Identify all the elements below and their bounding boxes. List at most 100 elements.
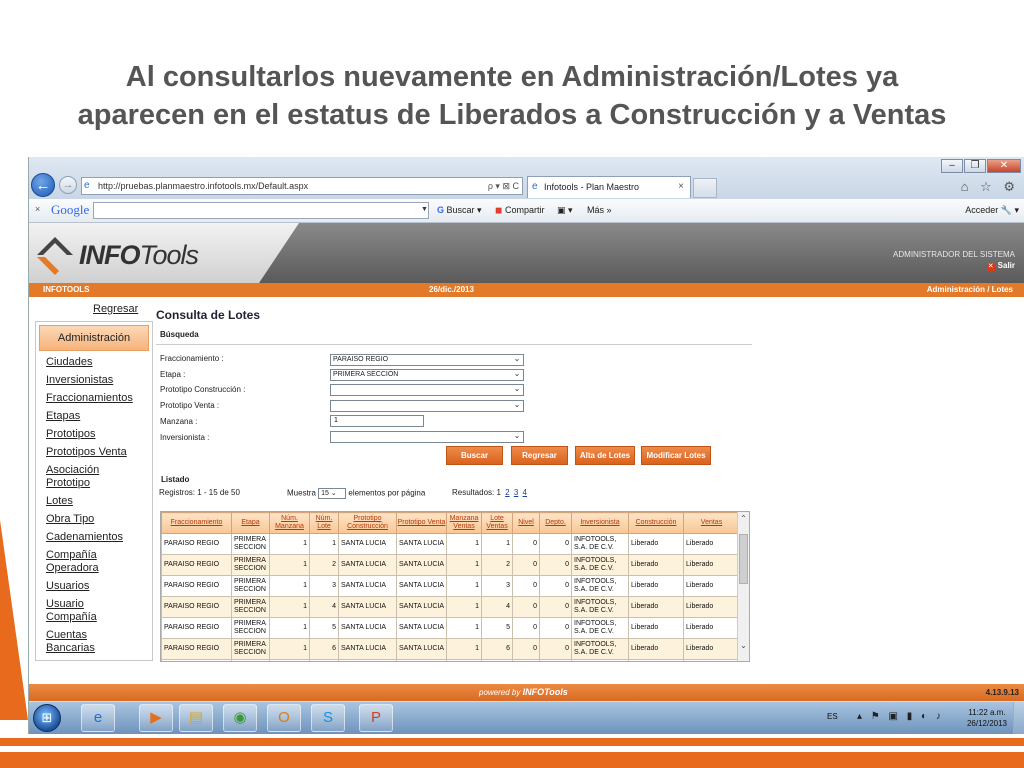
language-indicator[interactable]: ES <box>827 712 838 721</box>
sidebar-item-etapas[interactable]: Etapas <box>46 408 152 426</box>
prototipo-construccion-select[interactable]: ⌄ <box>330 384 524 396</box>
start-button[interactable]: ⊞ <box>33 704 61 732</box>
sidebar-item-obra-tipo[interactable]: Obra Tipo <box>46 511 152 529</box>
slide-title-line-2: aparecen en el estatus de Liberados a Co… <box>77 99 947 131</box>
maximize-button[interactable]: ❐ <box>964 159 986 173</box>
col-header-etapa[interactable]: Etapa <box>231 512 270 534</box>
forward-button[interactable]: → <box>59 176 77 194</box>
listado-section-header: Listado <box>161 475 190 484</box>
skype-icon[interactable]: S <box>311 704 345 732</box>
page-link-4[interactable]: 4 <box>523 488 527 497</box>
page-link-3[interactable]: 3 <box>514 488 518 497</box>
scroll-up-icon[interactable]: ⌃ <box>738 514 749 526</box>
address-tools[interactable]: ρ ▾ ⊠ C <box>488 178 519 194</box>
table-row[interactable]: PARAISO REGIO PRIMERA SECCION 1 4 SANTA LUCI… <box>161 596 740 618</box>
table-cell: 6 <box>481 638 513 660</box>
sidebar-item-usuario-compania[interactable]: Usuario Compañía <box>46 596 102 627</box>
manzana-input[interactable]: 1 <box>330 415 424 427</box>
col-header-construccion[interactable]: Construcción <box>628 512 684 534</box>
media-player-icon[interactable]: ▶ <box>139 704 173 732</box>
back-button[interactable]: ← <box>31 173 55 197</box>
sidebar-item-inversionistas[interactable]: Inversionistas <box>46 372 152 390</box>
google-buscar-button[interactable]: G Buscar ▾ <box>437 205 482 216</box>
chevron-down-icon: ⌄ <box>513 384 521 393</box>
table-row[interactable]: PARAISO REGIO PRIMERA SECCION 1 5 SANTA LUCI… <box>161 617 740 639</box>
acceder-button[interactable]: Acceder 🔧 ▾ <box>965 205 1019 216</box>
sidebar-header[interactable]: Administración <box>39 325 149 351</box>
browser-tab[interactable]: e Infotools - Plan Maestro × <box>527 176 691 198</box>
google-compartir-button[interactable]: ◼ Compartir <box>495 205 545 216</box>
col-header-prototipo-construccion[interactable]: Prototipo Construcción <box>338 512 397 534</box>
clock-date: 26/12/2013 <box>966 719 1007 728</box>
decorative-orange-stripe-top <box>0 738 1024 746</box>
sidebar-item-asociacion-prototipo[interactable]: Asociación Prototipo <box>46 462 116 493</box>
new-tab-button[interactable] <box>693 178 717 198</box>
page-size-select[interactable]: 15 ⌄ <box>318 488 347 499</box>
table-row[interactable]: PARAISO REGIO PRIMERA SECCION 1 3 SANTA LUCI… <box>161 575 740 597</box>
buscar-button[interactable]: Buscar <box>446 446 503 465</box>
system-clock[interactable]: 11:22 a.m. 26/12/2013 <box>967 707 1007 729</box>
table-cell: 5 <box>309 617 339 639</box>
ie-icon[interactable]: e <box>81 704 115 732</box>
powerpoint-icon[interactable]: P <box>359 704 393 732</box>
table-scrollbar[interactable]: ⌃ ⌄ <box>737 512 749 661</box>
sidebar-item-prototipos-venta[interactable]: Prototipos Venta <box>46 444 152 462</box>
table-row[interactable]: PRIMERA SANTA INFOTOOLS, <box>161 659 740 661</box>
page-link-2[interactable]: 2 <box>505 488 509 497</box>
regresar-button[interactable]: Regresar <box>511 446 568 465</box>
regresar-link[interactable]: Regresar <box>93 303 138 315</box>
sidebar-item-cadenamientos[interactable]: Cadenamientos <box>46 529 152 547</box>
scroll-thumb[interactable] <box>739 534 748 584</box>
breadcrumb: Administración / Lotes <box>926 285 1013 294</box>
google-search-input[interactable] <box>93 202 429 219</box>
col-header-prototipo-venta[interactable]: Prototipo Venta <box>396 512 447 534</box>
tab-close-icon[interactable]: × <box>678 177 684 197</box>
inversionista-select[interactable]: ⌄ <box>330 431 524 443</box>
table-row[interactable]: PARAISO REGIO PRIMERA SECCION 1 6 SANTA LUCI… <box>161 638 740 660</box>
col-header-lote-ventas[interactable]: Lote Ventas <box>481 512 513 534</box>
sidebar-item-compania-operadora[interactable]: Compañía Operadora <box>46 547 110 578</box>
chrome-icon[interactable]: ◉ <box>223 704 257 732</box>
table-row[interactable]: PARAISO REGIO PRIMERA SECCION 1 1 SANTA LUCI… <box>161 533 740 555</box>
col-header-depto[interactable]: Depto. <box>539 512 572 534</box>
table-cell: 0 <box>539 575 572 597</box>
sidebar-item-fraccionamientos[interactable]: Fraccionamientos <box>46 390 152 408</box>
sidebar-item-lotes[interactable]: Lotes <box>46 493 152 511</box>
muestra-label: Muestra <box>287 488 316 498</box>
logout-link[interactable]: ✕ Salir <box>893 260 1015 271</box>
col-header-inversionista[interactable]: Inversionista <box>571 512 629 534</box>
google-mas-button[interactable]: Más » <box>587 205 612 215</box>
table-cell: 0 <box>539 554 572 576</box>
sidebar-item-ciudades[interactable]: Ciudades <box>46 354 152 372</box>
close-window-button[interactable]: ✕ <box>987 159 1021 173</box>
sidebar-item-usuarios[interactable]: Usuarios <box>46 578 152 596</box>
etapa-select[interactable]: PRIMERA SECCIÓN ⌄ <box>330 369 524 381</box>
modificar-lotes-button[interactable]: Modificar Lotes <box>641 446 711 465</box>
minimize-button[interactable]: – <box>941 159 963 173</box>
table-cell: SANTA <box>396 659 447 661</box>
address-bar[interactable]: e http://pruebas.planmaestro.infotools.m… <box>81 177 523 195</box>
search-dropdown-icon[interactable]: ▼ <box>421 206 428 213</box>
sidebar-item-cuentas-bancarias[interactable]: Cuentas Bancarias <box>46 627 102 658</box>
col-header-manzana-ventas[interactable]: Manzana Ventas <box>446 512 482 534</box>
show-desktop-button[interactable] <box>1013 702 1024 734</box>
fraccionamiento-select[interactable]: PARAISO REGIO ⌄ <box>330 354 524 366</box>
home-favorites-settings-icons[interactable]: ⌂ ☆ ⚙ <box>961 179 1019 195</box>
sidebar-item-prototipos[interactable]: Prototipos <box>46 426 152 444</box>
col-header-num-lote[interactable]: Núm. Lote <box>309 512 339 534</box>
scroll-down-icon[interactable]: ⌄ <box>738 641 749 653</box>
col-header-num-manzana[interactable]: Núm. Manzana <box>269 512 310 534</box>
outlook-icon[interactable]: O <box>267 704 301 732</box>
page-link-1[interactable]: 1 <box>496 488 500 497</box>
windows-taskbar: ⊞ e ▶ ▤ ◉ O S P ES ▴ ⚑ ▣ ▮ ◐ ♪ 11:22 a.m. 26/1… <box>29 701 1024 734</box>
alta-lotes-button[interactable]: Alta de Lotes <box>575 446 635 465</box>
toolbar-close-icon[interactable]: × <box>35 204 40 214</box>
page-icon[interactable]: ▣ ▾ <box>557 205 573 216</box>
col-header-fraccionamiento[interactable]: Fraccionamiento <box>161 512 232 534</box>
table-row[interactable]: PARAISO REGIO PRIMERA SECCION 1 2 SANTA LUCI… <box>161 554 740 576</box>
tray-icons[interactable]: ▴ ⚑ ▣ ▮ ◐ ♪ <box>857 711 944 722</box>
explorer-folder-icon[interactable]: ▤ <box>179 704 213 732</box>
prototipo-venta-select[interactable]: ⌄ <box>330 400 524 412</box>
col-header-ventas[interactable]: Ventas <box>683 512 740 534</box>
col-header-nivel[interactable]: Nivel <box>512 512 540 534</box>
